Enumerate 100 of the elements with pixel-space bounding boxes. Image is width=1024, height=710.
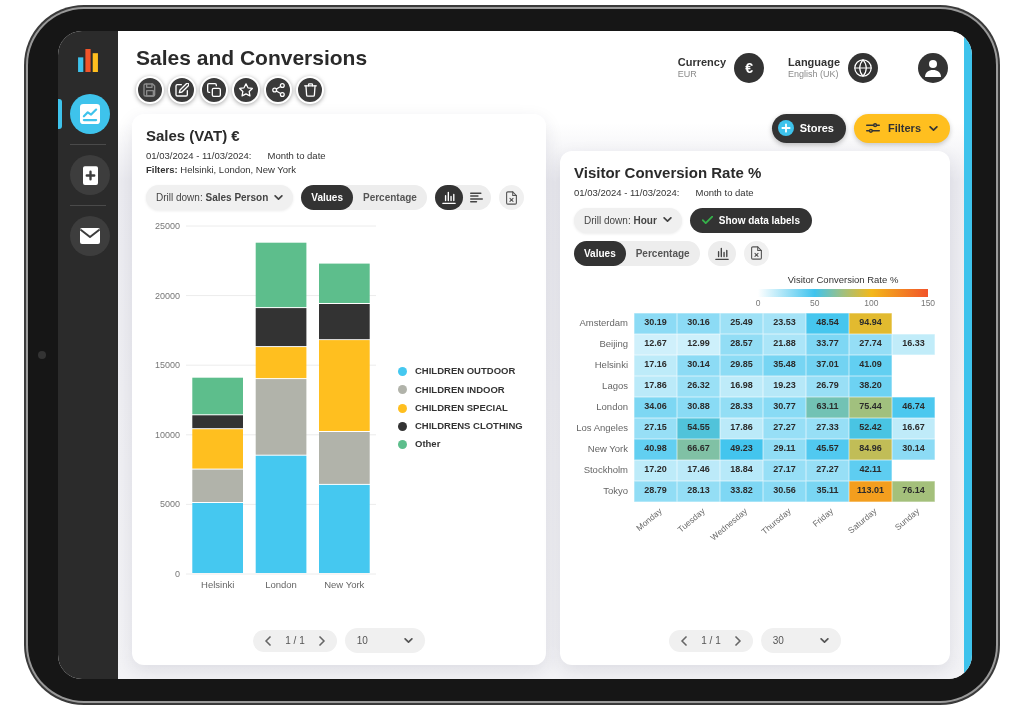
y-axis-label: Beijing	[598, 336, 629, 351]
period-label: Month to date	[695, 185, 754, 200]
check-icon	[701, 216, 713, 224]
heatmap-cell: 54.55	[677, 417, 720, 439]
toolbar-button[interactable]	[296, 76, 324, 104]
view-mode-tab[interactable]: Values	[574, 240, 626, 266]
stores-button[interactable]: Stores	[771, 114, 846, 143]
camera-lens-icon	[38, 351, 46, 359]
filters-button[interactable]: Filters	[854, 114, 950, 143]
page-size-select[interactable]: 30	[760, 628, 841, 653]
sidebar-item[interactable]	[70, 216, 110, 256]
file-x-icon	[750, 246, 762, 260]
filters-text: Filters: Helsinki, London, New York	[146, 163, 297, 177]
heatmap-cell: 30.77	[763, 396, 806, 418]
color-scale-tick: 50	[809, 297, 820, 308]
chart-type-button[interactable]	[707, 240, 736, 266]
color-scale-tick: 100	[864, 297, 879, 308]
y-axis-label: Tokyo	[602, 483, 629, 498]
star-icon	[239, 83, 253, 97]
heatmap-cell: 27.74	[849, 333, 892, 355]
sidebar-item[interactable]	[70, 155, 110, 195]
view-mode-tab[interactable]: Percentage	[625, 240, 700, 266]
heatmap-cell: 33.82	[720, 480, 763, 502]
y-axis-label: Amsterdam	[578, 315, 629, 330]
heatmap-cell: 30.56	[763, 480, 806, 502]
y-axis-tick-label: 10000	[154, 429, 180, 440]
sidebar-item[interactable]	[70, 94, 110, 134]
sliders-icon	[866, 123, 880, 134]
heatmap-cell: 26.32	[677, 375, 720, 397]
legend-label: CHILDREN OUTDOOR	[415, 364, 516, 379]
chevron-down-icon	[819, 637, 829, 644]
heatmap-cell: 75.44	[849, 396, 892, 418]
x-axis-label: Helsinki	[201, 579, 235, 590]
heatmap-cell: 26.79	[806, 375, 849, 397]
heatmap-cell: 17.16	[634, 354, 677, 376]
heatmap-cell: 28.57	[720, 333, 763, 355]
page-size-select[interactable]: 10	[344, 628, 425, 653]
y-axis-tick-label: 25000	[154, 221, 180, 231]
heatmap-cell: 35.11	[806, 480, 849, 502]
chart-type-button[interactable]	[434, 185, 463, 210]
heatmap-cell: 17.86	[720, 417, 763, 439]
heatmap-cell: 17.86	[634, 375, 677, 397]
date-range: 01/03/2024 - 11/03/2024:	[146, 149, 252, 163]
heatmap-cell: 113.01	[849, 480, 892, 502]
heatmap-cell: 30.88	[677, 396, 720, 418]
chevron-down-icon	[274, 194, 284, 201]
heatmap-cell: 28.33	[720, 396, 763, 418]
currency-value: EUR	[677, 69, 698, 80]
export-button[interactable]	[498, 185, 524, 210]
legend-label: Other	[415, 437, 441, 452]
drill-down-dropdown[interactable]: Drill down: Hour	[574, 207, 682, 233]
heatmap-cell: 12.99	[677, 333, 720, 355]
heatmap-cell: 17.46	[677, 459, 720, 481]
share-icon	[271, 83, 285, 97]
logo-icon	[78, 49, 98, 72]
heatmap-cell: 16.98	[720, 375, 763, 397]
heatmap-cell: 49.23	[720, 438, 763, 460]
view-mode-tab[interactable]: Values	[301, 185, 353, 210]
globe-icon	[854, 59, 872, 77]
heatmap-cell: 28.13	[677, 480, 720, 502]
toolbar-button[interactable]	[232, 76, 260, 104]
language-button[interactable]	[848, 53, 878, 83]
toolbar-button[interactable]	[264, 76, 292, 104]
date-range: 01/03/2024 - 11/03/2024:	[574, 185, 680, 200]
currency-button[interactable]: €	[734, 53, 765, 83]
heatmap-cell: 28.79	[634, 480, 677, 502]
y-axis-label: Los Angeles	[575, 420, 629, 435]
export-button[interactable]	[743, 240, 769, 266]
avatar-button[interactable]	[918, 53, 948, 83]
y-axis-label: New York	[586, 441, 629, 456]
vertical-bars-icon	[714, 246, 729, 260]
toolbar-button[interactable]	[200, 76, 228, 104]
heatmap-cell: 30.14	[892, 438, 935, 460]
card-title: Sales (VAT) €	[146, 126, 241, 145]
color-scale-tick: 0	[755, 297, 761, 308]
plus-icon	[777, 120, 794, 137]
toolbar-button[interactable]	[168, 76, 196, 104]
heatmap-cell: 42.11	[849, 459, 892, 481]
y-axis-tick-label: 15000	[154, 360, 180, 371]
y-axis-label: Stockholm	[582, 462, 629, 477]
chevron-left-icon	[681, 635, 688, 646]
bar-segment	[319, 263, 370, 303]
y-axis-tick-label: 5000	[159, 499, 180, 510]
heatmap-cell: 46.74	[892, 396, 935, 418]
heatmap-cell: 29.11	[763, 438, 806, 460]
view-mode-tab[interactable]: Percentage	[353, 185, 427, 210]
heatmap-cell: 29.85	[720, 354, 763, 376]
legend-label: CHILDRENS CLOTHING	[415, 419, 523, 434]
heatmap-cell: 63.11	[806, 396, 849, 418]
active-indicator	[58, 99, 62, 129]
heatmap-cell: 30.14	[677, 354, 720, 376]
heatmap-cell: 27.17	[763, 459, 806, 481]
vertical-bars-icon	[441, 191, 456, 204]
heatmap-cell: 35.48	[763, 354, 806, 376]
chevron-right-icon	[734, 635, 741, 646]
heatmap-cell: 27.27	[763, 417, 806, 439]
drill-down-dropdown[interactable]: Drill down: Sales Person	[146, 185, 294, 210]
heatmap-cell: 23.53	[763, 312, 806, 334]
heatmap-cell: 94.94	[849, 312, 892, 334]
data-labels-toggle[interactable]: Show data labels	[689, 207, 812, 233]
